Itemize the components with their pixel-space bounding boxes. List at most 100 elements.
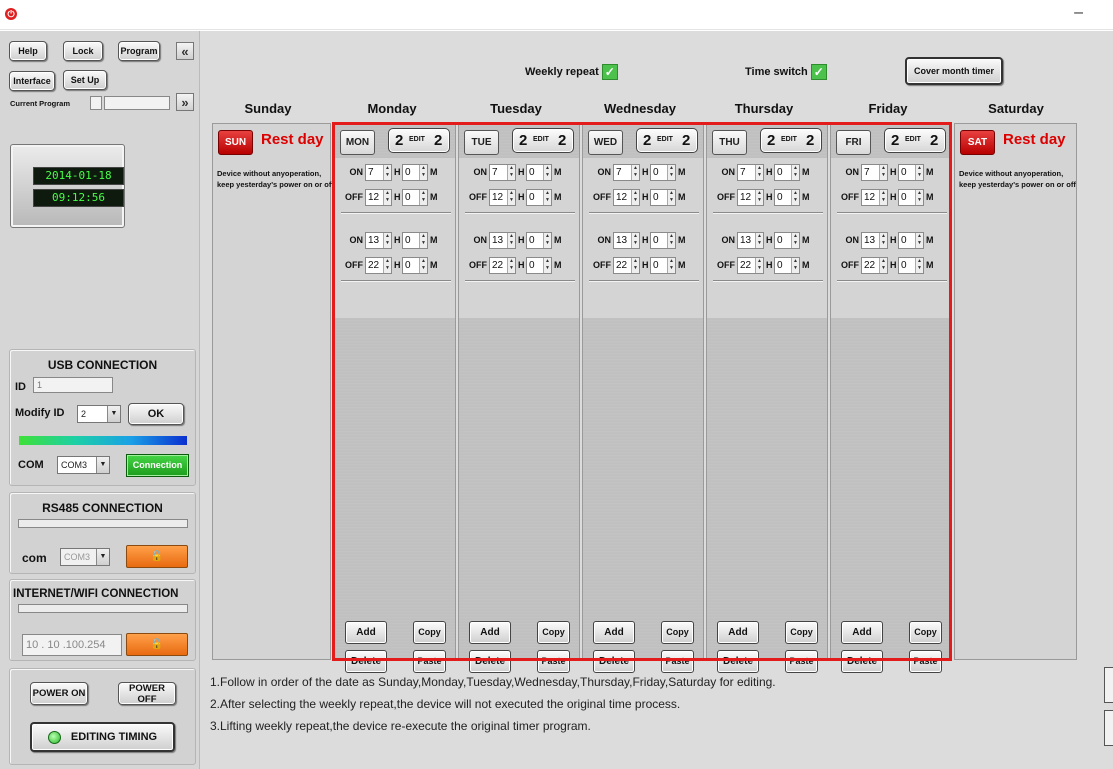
add-button[interactable]: Add bbox=[841, 621, 883, 644]
on1-hour-spinner[interactable]: 7 ▲ ▼ bbox=[737, 164, 764, 181]
connection-button[interactable]: Connection bbox=[126, 454, 189, 477]
wednesday-tag[interactable]: WED bbox=[588, 130, 623, 155]
side-tab-button[interactable] bbox=[1104, 667, 1113, 703]
off1-hour-spinner[interactable]: 12 ▲ ▼ bbox=[737, 189, 764, 206]
delete-button[interactable]: Delete bbox=[469, 650, 511, 673]
program-button[interactable]: Program bbox=[118, 41, 160, 61]
editing-timing-button[interactable]: EDITING TIMING bbox=[30, 722, 175, 752]
copy-button[interactable]: Copy bbox=[661, 621, 694, 644]
off2-minute-spinner[interactable]: 0 ▲ ▼ bbox=[526, 257, 552, 274]
copy-button[interactable]: Copy bbox=[909, 621, 942, 644]
copy-button[interactable]: Copy bbox=[537, 621, 570, 644]
on2-minute-spinner[interactable]: 0 ▲ ▼ bbox=[650, 232, 676, 249]
tuesday-edit-button[interactable]: 2 EDIT 2 bbox=[512, 128, 574, 153]
on1-minute-spinner[interactable]: 0 ▲ ▼ bbox=[402, 164, 428, 181]
time-switch-checkbox[interactable]: ✓ bbox=[810, 64, 827, 80]
collapse-icon[interactable]: « bbox=[176, 42, 194, 60]
modify-id-select[interactable]: 2 ▼ bbox=[77, 405, 121, 423]
friday-edit-button[interactable]: 2 EDIT 2 bbox=[884, 128, 946, 153]
delete-button[interactable]: Delete bbox=[345, 650, 387, 673]
delete-button[interactable]: Delete bbox=[841, 650, 883, 673]
thursday-edit-button[interactable]: 2 EDIT 2 bbox=[760, 128, 822, 153]
rs485-com-select[interactable]: COM3 ▼ bbox=[60, 548, 110, 566]
weekly-repeat-option[interactable]: Weekly repeat ✓ bbox=[525, 64, 618, 80]
off2-hour-spinner[interactable]: 22 ▲ ▼ bbox=[365, 257, 392, 274]
off2-hour-spinner[interactable]: 22 ▲ ▼ bbox=[489, 257, 516, 274]
off2-minute-spinner[interactable]: 0 ▲ ▼ bbox=[774, 257, 800, 274]
monday-edit-button[interactable]: 2 EDIT 2 bbox=[388, 128, 450, 153]
delete-button[interactable]: Delete bbox=[717, 650, 759, 673]
on1-hour-spinner[interactable]: 7 ▲ ▼ bbox=[613, 164, 640, 181]
minimize-button[interactable]: – bbox=[1074, 4, 1083, 22]
add-button[interactable]: Add bbox=[593, 621, 635, 644]
setup-button[interactable]: Set Up bbox=[63, 70, 107, 90]
on2-hour-spinner[interactable]: 13 ▲ ▼ bbox=[365, 232, 392, 249]
off1-hour-spinner[interactable]: 12 ▲ ▼ bbox=[365, 189, 392, 206]
off1-hour-spinner[interactable]: 12 ▲ ▼ bbox=[489, 189, 516, 206]
thursday-tag[interactable]: THU bbox=[712, 130, 747, 155]
add-button[interactable]: Add bbox=[469, 621, 511, 644]
friday-tag[interactable]: FRI bbox=[836, 130, 871, 155]
wifi-lock-button[interactable]: 🔓 bbox=[126, 633, 188, 656]
off1-minute-spinner[interactable]: 0 ▲ ▼ bbox=[774, 189, 800, 206]
off1-minute-spinner[interactable]: 0 ▲ ▼ bbox=[898, 189, 924, 206]
off2-minute-spinner[interactable]: 0 ▲ ▼ bbox=[402, 257, 428, 274]
lock-button[interactable]: Lock bbox=[63, 41, 103, 61]
off1-minute-spinner[interactable]: 0 ▲ ▼ bbox=[402, 189, 428, 206]
delete-button[interactable]: Delete bbox=[593, 650, 635, 673]
on1-minute-spinner[interactable]: 0 ▲ ▼ bbox=[650, 164, 676, 181]
on2-hour-spinner[interactable]: 13 ▲ ▼ bbox=[861, 232, 888, 249]
power-off-button[interactable]: POWER OFF bbox=[118, 682, 176, 705]
paste-button[interactable]: Paste bbox=[785, 650, 818, 673]
off2-minute-spinner[interactable]: 0 ▲ ▼ bbox=[650, 257, 676, 274]
time-switch-option[interactable]: Time switch ✓ bbox=[745, 64, 827, 80]
on2-hour-spinner[interactable]: 13 ▲ ▼ bbox=[737, 232, 764, 249]
interface-button[interactable]: Interface bbox=[9, 71, 55, 91]
monday-tag[interactable]: MON bbox=[340, 130, 375, 155]
paste-button[interactable]: Paste bbox=[909, 650, 942, 673]
off2-minute-spinner[interactable]: 0 ▲ ▼ bbox=[898, 257, 924, 274]
add-button[interactable]: Add bbox=[345, 621, 387, 644]
on1-minute-spinner[interactable]: 0 ▲ ▼ bbox=[526, 164, 552, 181]
copy-button[interactable]: Copy bbox=[785, 621, 818, 644]
on2-minute-spinner[interactable]: 0 ▲ ▼ bbox=[774, 232, 800, 249]
off2-hour-spinner[interactable]: 22 ▲ ▼ bbox=[613, 257, 640, 274]
sunday-tag[interactable]: SUN bbox=[218, 130, 253, 155]
weekly-repeat-checkbox[interactable]: ✓ bbox=[601, 64, 618, 80]
paste-button[interactable]: Paste bbox=[537, 650, 570, 673]
usb-com-select[interactable]: COM3 ▼ bbox=[57, 456, 110, 474]
on1-hour-spinner[interactable]: 7 ▲ ▼ bbox=[861, 164, 888, 181]
saturday-tag[interactable]: SAT bbox=[960, 130, 995, 155]
off2-hour-spinner[interactable]: 22 ▲ ▼ bbox=[861, 257, 888, 274]
off1-minute-spinner[interactable]: 0 ▲ ▼ bbox=[650, 189, 676, 206]
cover-month-timer-button[interactable]: Cover month timer bbox=[905, 57, 1003, 85]
current-program-field[interactable] bbox=[104, 96, 170, 110]
tuesday-tag[interactable]: TUE bbox=[464, 130, 499, 155]
expand-icon[interactable]: » bbox=[176, 93, 194, 111]
on2-hour-spinner[interactable]: 13 ▲ ▼ bbox=[489, 232, 516, 249]
wednesday-edit-button[interactable]: 2 EDIT 2 bbox=[636, 128, 698, 153]
on2-hour-spinner[interactable]: 13 ▲ ▼ bbox=[613, 232, 640, 249]
ok-button[interactable]: OK bbox=[128, 403, 184, 425]
off1-hour-spinner[interactable]: 12 ▲ ▼ bbox=[613, 189, 640, 206]
power-on-button[interactable]: POWER ON bbox=[30, 682, 88, 705]
on1-minute-spinner[interactable]: 0 ▲ ▼ bbox=[774, 164, 800, 181]
ip-address-field[interactable]: 10 . 10 .100.254 bbox=[22, 634, 122, 656]
on2-minute-spinner[interactable]: 0 ▲ ▼ bbox=[402, 232, 428, 249]
current-program-checkbox[interactable] bbox=[90, 96, 102, 110]
help-button[interactable]: Help bbox=[9, 41, 47, 61]
on1-minute-spinner[interactable]: 0 ▲ ▼ bbox=[898, 164, 924, 181]
on1-hour-spinner[interactable]: 7 ▲ ▼ bbox=[365, 164, 392, 181]
off1-hour-spinner[interactable]: 12 ▲ ▼ bbox=[861, 189, 888, 206]
off2-hour-spinner[interactable]: 22 ▲ ▼ bbox=[737, 257, 764, 274]
on2-minute-spinner[interactable]: 0 ▲ ▼ bbox=[898, 232, 924, 249]
copy-button[interactable]: Copy bbox=[413, 621, 446, 644]
add-button[interactable]: Add bbox=[717, 621, 759, 644]
on2-minute-spinner[interactable]: 0 ▲ ▼ bbox=[526, 232, 552, 249]
paste-button[interactable]: Paste bbox=[661, 650, 694, 673]
on1-hour-spinner[interactable]: 7 ▲ ▼ bbox=[489, 164, 516, 181]
off1-minute-spinner[interactable]: 0 ▲ ▼ bbox=[526, 189, 552, 206]
paste-button[interactable]: Paste bbox=[413, 650, 446, 673]
rs485-lock-button[interactable]: 🔓 bbox=[126, 545, 188, 568]
side-tab-button[interactable] bbox=[1104, 710, 1113, 746]
